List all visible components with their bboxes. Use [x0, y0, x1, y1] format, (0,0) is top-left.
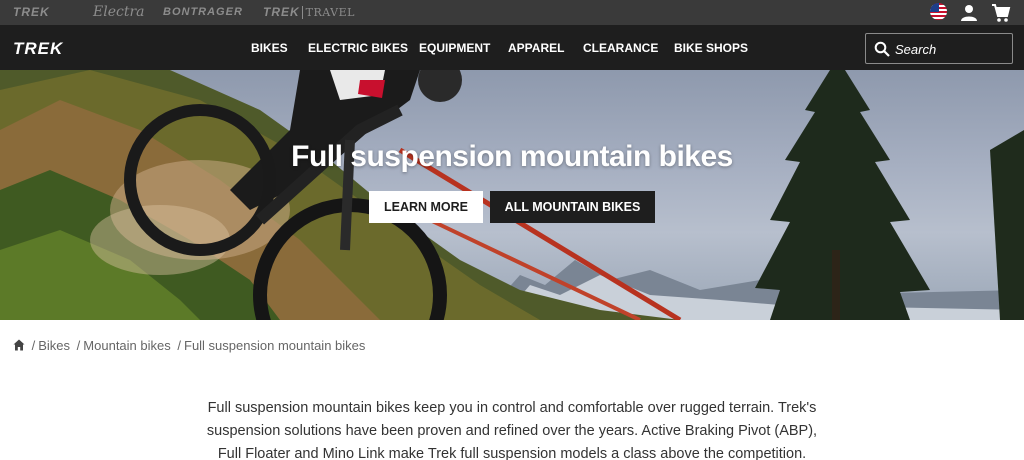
hero-banner: Full suspension mountain bikes LEARN MOR… — [0, 70, 1024, 320]
brand-link-bontrager[interactable]: BONTRAGER — [163, 6, 243, 18]
brand-bar: TREK Electra BONTRAGER TREK TRAVEL — [0, 0, 1024, 25]
learn-more-button[interactable]: LEARN MORE — [369, 191, 483, 223]
search-input[interactable] — [895, 39, 1007, 59]
nav-item-apparel[interactable]: APPAREL — [508, 41, 564, 55]
trek-travel-label: TREK — [263, 5, 300, 19]
flag-canton — [930, 3, 939, 12]
search-icon[interactable] — [874, 41, 890, 57]
cart-icon[interactable] — [991, 3, 1011, 23]
nav-item-bikes[interactable]: BIKES — [251, 41, 288, 55]
nav-item-electric-bikes[interactable]: ELECTRIC BIKES — [308, 41, 408, 55]
main-nav: TREK BIKES ELECTRIC BIKES EQUIPMENT APPA… — [0, 25, 1024, 70]
home-icon[interactable] — [13, 339, 25, 351]
breadcrumb-link-mountain-bikes[interactable]: Mountain bikes — [83, 338, 170, 353]
breadcrumb-separator: / — [76, 338, 81, 353]
user-icon[interactable] — [961, 3, 977, 23]
us-flag-icon[interactable] — [930, 3, 947, 20]
all-mountain-bikes-button[interactable]: ALL MOUNTAIN BIKES — [490, 191, 655, 223]
nav-item-bike-shops[interactable]: BIKE SHOPS — [674, 41, 748, 55]
breadcrumb-separator: / — [31, 338, 36, 353]
trek-travel-sublabel: TRAVEL — [301, 6, 355, 19]
search-box[interactable] — [865, 33, 1013, 64]
breadcrumb-link-bikes[interactable]: Bikes — [38, 338, 70, 353]
brand-link-trek-travel[interactable]: TREK TRAVEL — [263, 5, 355, 19]
breadcrumb-current: Full suspension mountain bikes — [184, 338, 366, 353]
hero-title: Full suspension mountain bikes — [291, 140, 733, 173]
category-intro-text: Full suspension mountain bikes keep you … — [206, 400, 818, 460]
nav-item-equipment[interactable]: EQUIPMENT — [419, 41, 490, 55]
brand-link-trek[interactable]: TREK — [13, 5, 50, 19]
brand-link-electra[interactable]: Electra — [93, 4, 145, 20]
nav-item-clearance[interactable]: CLEARANCE — [583, 41, 658, 55]
breadcrumb-separator: / — [177, 338, 181, 353]
breadcrumb: / Bikes / Mountain bikes / Full suspension … — [13, 338, 365, 353]
trek-logo[interactable]: TREK — [13, 39, 63, 59]
